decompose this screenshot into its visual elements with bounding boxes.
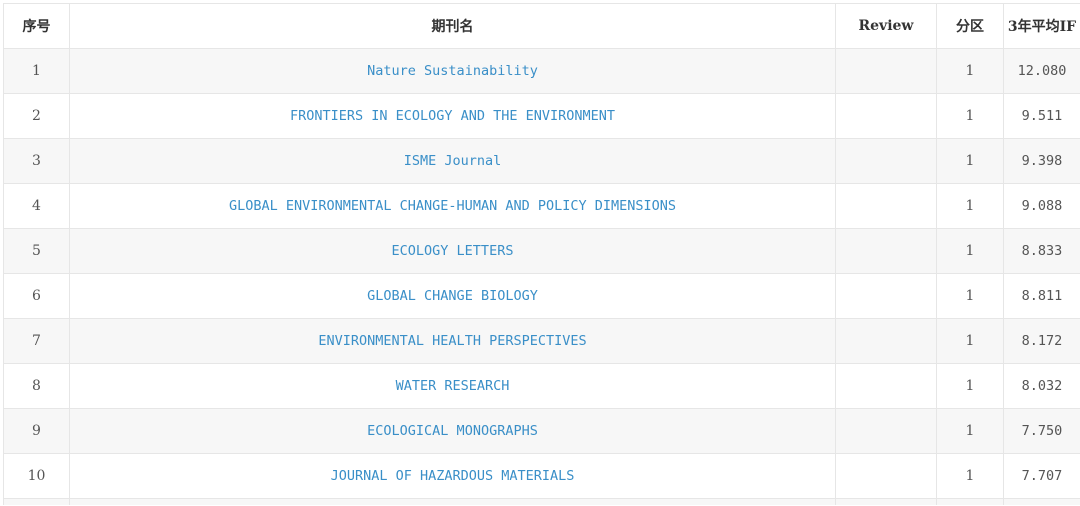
table-row: 10JOURNAL OF HAZARDOUS MATERIALS 17.707 <box>4 454 1080 499</box>
row-index: 6 <box>4 274 70 319</box>
journal-name-link[interactable]: FRONTIERS IN ECOLOGY AND THE ENVIRONMENT <box>70 94 836 139</box>
row-impact-factor: 9.511 <box>1004 94 1080 139</box>
journal-name-link[interactable]: ECOLOGY LETTERS <box>70 229 836 274</box>
row-impact-factor: 8.172 <box>1004 319 1080 364</box>
row-review <box>836 319 937 364</box>
row-review <box>836 184 937 229</box>
row-index: 10 <box>4 454 70 499</box>
table-row: 2FRONTIERS IN ECOLOGY AND THE ENVIRONMEN… <box>4 94 1080 139</box>
row-index: 5 <box>4 229 70 274</box>
row-review <box>836 409 937 454</box>
row-index: 4 <box>4 184 70 229</box>
row-index: 1 <box>4 49 70 94</box>
row-tier: 1 <box>937 229 1004 274</box>
row-tier: 1 <box>937 319 1004 364</box>
table-header-row: 序号 期刊名 Review 分区 3年平均IF <box>4 4 1080 49</box>
row-impact-factor: 8.833 <box>1004 229 1080 274</box>
row-impact-factor: 7.750 <box>1004 409 1080 454</box>
row-impact-factor: 8.032 <box>1004 364 1080 409</box>
row-review <box>836 229 937 274</box>
journal-name-link[interactable]: JOURNAL OF HAZARDOUS MATERIALS <box>70 454 836 499</box>
row-review <box>836 454 937 499</box>
partial-cell <box>4 499 70 506</box>
row-review <box>836 364 937 409</box>
row-tier: 1 <box>937 409 1004 454</box>
journal-name-link[interactable]: ECOLOGICAL MONOGRAPHS <box>70 409 836 454</box>
row-review <box>836 274 937 319</box>
row-index: 9 <box>4 409 70 454</box>
partial-cell <box>1004 499 1080 506</box>
header-journal-name[interactable]: 期刊名 <box>70 4 836 49</box>
header-tier[interactable]: 分区 <box>937 4 1004 49</box>
journal-name-link[interactable]: WATER RESEARCH <box>70 364 836 409</box>
partial-cell <box>836 499 937 506</box>
header-index[interactable]: 序号 <box>4 4 70 49</box>
row-review <box>836 49 937 94</box>
row-tier: 1 <box>937 274 1004 319</box>
table-row: 7ENVIRONMENTAL HEALTH PERSPECTIVES 18.172 <box>4 319 1080 364</box>
journal-ranking-table: 序号 期刊名 Review 分区 3年平均IF 1Nature Sustaina… <box>3 3 1080 505</box>
row-tier: 1 <box>937 49 1004 94</box>
row-index: 7 <box>4 319 70 364</box>
journal-name-link[interactable]: Nature Sustainability <box>70 49 836 94</box>
table-body: 1Nature Sustainability112.0802FRONTIERS … <box>4 49 1080 506</box>
table-row: 5ECOLOGY LETTERS 18.833 <box>4 229 1080 274</box>
row-index: 8 <box>4 364 70 409</box>
row-tier: 1 <box>937 454 1004 499</box>
table-row: 3ISME Journal 19.398 <box>4 139 1080 184</box>
row-impact-factor: 9.088 <box>1004 184 1080 229</box>
row-review <box>836 139 937 184</box>
journal-name-link[interactable]: ENVIRONMENTAL HEALTH PERSPECTIVES <box>70 319 836 364</box>
header-review[interactable]: Review <box>836 4 937 49</box>
table-row: 4GLOBAL ENVIRONMENTAL CHANGE-HUMAN AND P… <box>4 184 1080 229</box>
row-tier: 1 <box>937 364 1004 409</box>
row-impact-factor: 9.398 <box>1004 139 1080 184</box>
table-row: 6GLOBAL CHANGE BIOLOGY 18.811 <box>4 274 1080 319</box>
row-tier: 1 <box>937 139 1004 184</box>
row-impact-factor: 8.811 <box>1004 274 1080 319</box>
journal-name-link[interactable]: ISME Journal <box>70 139 836 184</box>
journal-name-link[interactable]: GLOBAL ENVIRONMENTAL CHANGE-HUMAN AND PO… <box>70 184 836 229</box>
table-row-partial <box>4 499 1080 506</box>
row-impact-factor: 12.080 <box>1004 49 1080 94</box>
header-impact-factor[interactable]: 3年平均IF <box>1004 4 1080 49</box>
row-index: 2 <box>4 94 70 139</box>
row-impact-factor: 7.707 <box>1004 454 1080 499</box>
partial-cell <box>70 499 836 506</box>
partial-cell <box>937 499 1004 506</box>
journal-name-link[interactable]: GLOBAL CHANGE BIOLOGY <box>70 274 836 319</box>
table-row: 9ECOLOGICAL MONOGRAPHS 17.750 <box>4 409 1080 454</box>
row-index: 3 <box>4 139 70 184</box>
table-row: 8WATER RESEARCH 18.032 <box>4 364 1080 409</box>
table-row: 1Nature Sustainability112.080 <box>4 49 1080 94</box>
row-review <box>836 94 937 139</box>
row-tier: 1 <box>937 94 1004 139</box>
row-tier: 1 <box>937 184 1004 229</box>
